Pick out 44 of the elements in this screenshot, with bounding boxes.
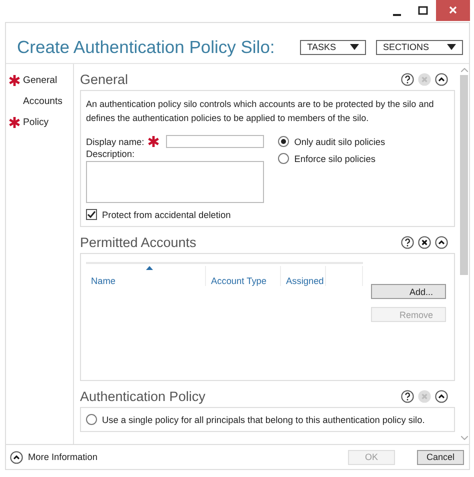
nav-item[interactable]: Policy [23, 117, 49, 128]
nav-item[interactable]: Accounts [23, 96, 62, 107]
field-label: Description: [86, 149, 136, 159]
field-label: Display name: [86, 136, 144, 146]
close-icon [448, 5, 458, 15]
help-icon[interactable] [401, 72, 414, 86]
help-icon[interactable] [401, 236, 414, 248]
radio-label: Only audit silo policies [294, 136, 386, 146]
radio-button[interactable] [278, 153, 290, 164]
dropdown-button[interactable]: SECTIONS [376, 40, 463, 54]
radio-button[interactable] [278, 136, 290, 147]
close-icon[interactable] [418, 236, 431, 248]
scrollbar-thumb[interactable] [460, 75, 468, 275]
column-header[interactable]: Account Type [206, 266, 281, 286]
collapse-icon[interactable] [435, 390, 448, 402]
caret-icon [447, 44, 456, 50]
column-header[interactable]: Assigned [281, 266, 326, 286]
radio-label: Use a single policy for all principals that belong to this authentication policy silo. [102, 414, 425, 424]
section-title: General [80, 72, 128, 86]
nav-item[interactable]: General [23, 75, 58, 86]
expand-icon[interactable] [10, 450, 23, 464]
maximize-icon [418, 6, 428, 16]
section-title: Permitted Accounts [80, 234, 196, 250]
collapse-icon[interactable] [435, 236, 448, 248]
display-name-field[interactable] [166, 135, 264, 148]
collapse-icon[interactable] [435, 72, 448, 86]
section-title: Authentication Policy [80, 388, 206, 404]
checkbox[interactable] [86, 209, 97, 220]
more-information-link[interactable]: More Information [28, 452, 98, 462]
radio-button[interactable] [86, 414, 97, 425]
window-title: Create Authentication Policy Silo: [17, 36, 275, 58]
description-field[interactable] [86, 161, 264, 203]
dialog-button[interactable]: Cancel [417, 450, 464, 464]
caret-icon [350, 44, 359, 50]
description-text: An authentication policy silo controls which accounts are to be protected by the silo and defines the authentication policies to be applied to members of the silo. [86, 98, 435, 125]
action-button[interactable]: Add... [371, 284, 446, 299]
sort-icon [146, 266, 153, 270]
minimize-icon [393, 14, 401, 16]
checkbox-label: Protect from accidental deletion [102, 210, 231, 220]
close-button[interactable] [436, 0, 470, 21]
radio-label: Enforce silo policies [294, 154, 376, 164]
required-icon [148, 136, 160, 147]
help-icon[interactable] [401, 390, 414, 402]
dropdown-button[interactable]: TASKS [300, 40, 366, 54]
